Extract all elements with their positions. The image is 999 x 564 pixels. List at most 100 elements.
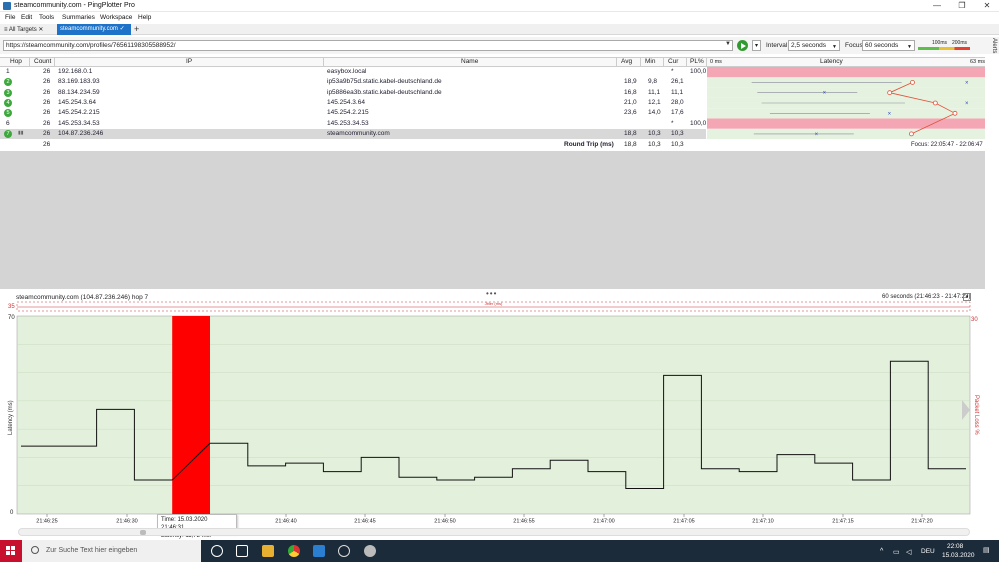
summary-label: Round Trip (ms) [564, 141, 614, 148]
target-url-input[interactable]: https://steamcommunity.com/profiles/7656… [3, 40, 733, 51]
hop-latency-chart: × × × × × [707, 67, 985, 140]
cell-cur: 11,1 [671, 88, 684, 96]
focus-select[interactable]: 60 seconds ▼ [862, 40, 915, 51]
close-icon[interactable]: ✕ [37, 27, 43, 33]
col-count[interactable]: Count [34, 58, 51, 65]
chrome-icon[interactable] [288, 545, 300, 557]
graph-bars-icon[interactable]: ▮▮ [18, 130, 24, 136]
y-axis-max: 70 [8, 315, 15, 321]
col-cur[interactable]: Cur [668, 58, 678, 65]
add-tab-button[interactable]: + [134, 24, 139, 35]
table-row[interactable]: 1 26 192.168.0.1 easybox.local * 100,0 [0, 67, 707, 78]
column-divider[interactable] [323, 57, 324, 67]
minimize-button[interactable]: — [926, 0, 948, 12]
start-trace-button[interactable] [737, 40, 748, 51]
column-divider[interactable] [686, 57, 687, 67]
table-row[interactable]: 4 26 145.254.3.64 145.254.3.64 21,0 12,1 28,0 [0, 97, 706, 109]
cell-count: 26 [43, 109, 51, 117]
cell-pl: 100,0 [690, 68, 707, 75]
clock-time[interactable]: 22:08 [947, 543, 963, 550]
cell-hop: 1 [6, 68, 10, 75]
chevron-up-icon[interactable]: ^ [880, 548, 883, 555]
check-icon: ✓ [117, 26, 125, 32]
menu-file[interactable]: File [5, 14, 15, 21]
trace-options-button[interactable]: ▾ [752, 40, 761, 51]
y-axis-min: 0 [10, 510, 14, 516]
menu-summaries[interactable]: Summaries [62, 14, 95, 21]
cell-cur: 26,1 [671, 78, 684, 86]
table-row[interactable]: 2 26 83.169.183.93 ip53a9b75d.static.kabel-… [0, 77, 706, 88]
column-divider[interactable] [29, 57, 30, 67]
alerts-side-tab[interactable]: Alerts [985, 38, 997, 68]
chevron-down-icon[interactable]: ▼ [725, 41, 731, 47]
horizontal-scrollbar[interactable] [18, 528, 970, 536]
cell-name: 145.254.3.64 [327, 98, 365, 106]
col-pl[interactable]: PL% [690, 58, 704, 65]
latency-graph: Jitter (ms) 35 30 70 0 Latency (ms) Packet Los… [8, 301, 979, 525]
jitter-right-value: 30 [971, 317, 978, 323]
tab-bar [0, 24, 999, 35]
current-marker: × [815, 132, 819, 138]
cell-count: 26 [43, 129, 51, 137]
packet-loss-bar [172, 316, 210, 514]
app-icon[interactable] [364, 545, 376, 557]
avg-marker [909, 131, 914, 137]
search-icon [31, 546, 39, 554]
window-title: steamcommunity.com - PingPlotter Pro [14, 2, 135, 9]
column-divider[interactable] [706, 57, 707, 67]
language-indicator[interactable]: DEU [921, 548, 935, 555]
menu-help[interactable]: Help [138, 14, 151, 21]
cell-name: steamcommunity.com [327, 129, 390, 137]
cell-cur: 28,0 [671, 98, 684, 106]
cell-name: ip53a9b75d.static.kabel-deutschland.de [327, 78, 442, 86]
splitter-handle[interactable]: ••• [486, 289, 497, 298]
col-hop[interactable]: Hop [10, 58, 22, 65]
start-button[interactable] [0, 540, 22, 562]
notification-icon[interactable]: ▤ [983, 546, 990, 554]
column-divider[interactable] [640, 57, 641, 67]
y-axis-label: Latency (ms) [8, 400, 14, 435]
col-name[interactable]: Name [461, 58, 478, 65]
col-latency[interactable]: Latency [820, 58, 843, 65]
empty-table-area [0, 151, 985, 289]
interval-select[interactable]: 2,5 seconds ▼ [788, 40, 840, 51]
tab-steamcommunity[interactable]: steamcommunity.com ✓ [57, 24, 131, 35]
col-ip[interactable]: IP [186, 58, 192, 65]
hop-badge: 4 [4, 98, 12, 107]
latency-color-scale [918, 47, 970, 50]
file-explorer-icon[interactable] [262, 545, 274, 557]
maximize-button[interactable]: ❐ [951, 0, 973, 12]
menu-workspace[interactable]: Workspace [100, 14, 132, 21]
table-row[interactable]: 5 26 145.254.2.215 145.254.2.215 23,6 14,0 17,… [0, 108, 706, 119]
volume-icon[interactable]: ◁ [906, 548, 911, 556]
cell-count: 26 [43, 119, 51, 127]
col-avg[interactable]: Avg [621, 58, 632, 65]
menu-tools[interactable]: Tools [39, 14, 54, 21]
scrollbar-thumb[interactable] [140, 530, 146, 535]
column-divider[interactable] [616, 57, 617, 67]
steam-icon[interactable] [338, 545, 350, 557]
packet-loss-bar [707, 118, 985, 129]
col-min[interactable]: Min [645, 58, 655, 65]
tab-all-targets[interactable]: ≡ All Targets ✕ [1, 25, 55, 35]
cortana-icon[interactable] [211, 545, 223, 557]
table-row[interactable]: 3 26 88.134.234.59 ip5886ea3b.static.kabel-… [0, 87, 706, 98]
column-divider[interactable] [663, 57, 664, 67]
pingplotter-icon[interactable] [313, 545, 325, 557]
task-view-icon[interactable] [236, 545, 248, 557]
network-icon[interactable]: ▭ [893, 548, 900, 556]
close-button[interactable]: ✕ [976, 0, 998, 12]
clock-date[interactable]: 15.03.2020 [942, 552, 975, 559]
hop-badge: 5 [4, 109, 12, 118]
cell-min: 10,3 [648, 129, 661, 137]
x-tick-label: 21:46:25 [36, 519, 57, 525]
focus-label: Focus [845, 42, 863, 49]
menu-edit[interactable]: Edit [21, 14, 32, 21]
table-row[interactable]: 7 ▮▮ 26 104.87.236.246 steamcommunity.com 18,… [0, 128, 706, 140]
table-row[interactable]: 6 26 145.253.34.53 145.253.34.53 * 100,0 [0, 118, 706, 129]
chevron-down-icon: ▼ [907, 44, 912, 50]
summary-min: 10,3 [648, 141, 661, 148]
jitter-label: Jitter (ms) [485, 301, 503, 306]
cell-name: ip5886ea3b.static.kabel-deutschland.de [327, 88, 442, 96]
column-divider[interactable] [54, 57, 55, 67]
